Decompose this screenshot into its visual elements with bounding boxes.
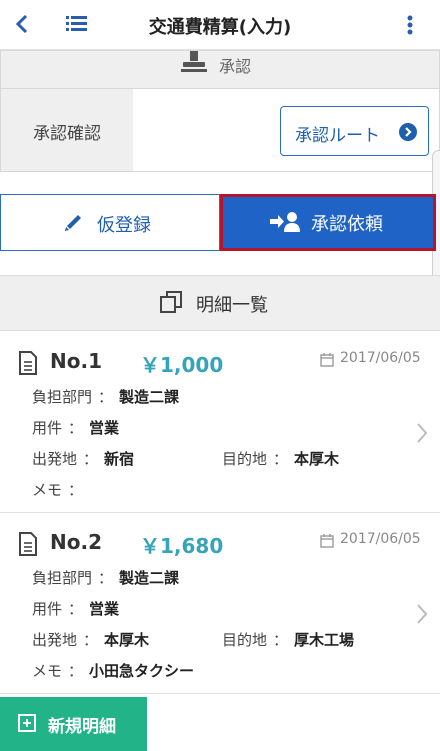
item-to-row: 目的地：厚木工場 <box>222 631 355 649</box>
item-dept-row: 負担部門：製造二課 <box>32 569 180 587</box>
dept-label: 負担部門 <box>32 569 93 587</box>
item-date: 2017/06/05 <box>340 350 421 366</box>
item-number: No.1 <box>50 349 102 373</box>
draft-save-button[interactable]: 仮登録 <box>0 194 220 251</box>
calendar-icon <box>320 533 334 548</box>
item-from-row: 出発地：新宿 <box>32 450 135 468</box>
item-dept-row: 負担部門：製造二課 <box>32 388 180 406</box>
calendar-icon <box>320 352 334 367</box>
detail-list-item[interactable]: No.2 ￥1,680 2017/06/05 負担部門：製造二課 用件：営業 出… <box>0 514 440 694</box>
from-label: 出発地 <box>32 450 78 468</box>
item-memo-row: メモ：小田急タクシー <box>32 662 195 680</box>
approval-heading-bar: 承認 <box>1 51 439 89</box>
approval-request-button[interactable]: 承認依頼 <box>220 194 436 251</box>
item-number: No.2 <box>50 530 102 554</box>
arrow-circle-right-icon <box>399 123 417 141</box>
item-purpose-row: 用件：営業 <box>32 419 120 437</box>
item-date: 2017/06/05 <box>340 531 421 547</box>
dept-value: 製造二課 <box>119 569 180 587</box>
detail-list-item[interactable]: No.1 ￥1,000 2017/06/05 負担部門：製造二課 用件：営業 出… <box>0 333 440 513</box>
dept-value: 製造二課 <box>119 388 180 406</box>
from-value: 新宿 <box>104 450 135 468</box>
item-from-row: 出発地：本厚木 <box>32 631 150 649</box>
approval-confirm-label: 承認確認 <box>33 124 101 144</box>
item-amount: ￥1,000 <box>140 353 224 377</box>
approval-section: 承認 承認確認 承認ルート <box>0 50 440 172</box>
from-label: 出発地 <box>32 631 78 649</box>
copy-icon <box>158 289 184 315</box>
purpose-value: 営業 <box>89 419 120 437</box>
page-title: 交通費精算(入力) <box>148 17 292 38</box>
purpose-label: 用件 <box>32 600 63 618</box>
to-label: 目的地 <box>222 450 268 468</box>
stamp-icon <box>179 51 209 73</box>
app-header: 交通費精算(入力) <box>0 0 440 50</box>
draft-save-label: 仮登録 <box>97 215 151 236</box>
new-detail-label: 新規明細 <box>48 717 116 737</box>
from-value: 本厚木 <box>104 631 150 649</box>
approval-request-label: 承認依頼 <box>311 214 383 235</box>
new-detail-button[interactable]: 新規明細 <box>0 697 147 751</box>
document-icon <box>18 532 38 556</box>
action-buttons: 仮登録 承認依頼 <box>0 194 440 251</box>
chevron-right-icon <box>415 421 429 445</box>
more-vertical-icon[interactable] <box>400 9 420 41</box>
item-to-row: 目的地：本厚木 <box>222 450 340 468</box>
approval-route-label: 承認ルート <box>295 126 380 146</box>
plus-square-icon <box>18 714 36 732</box>
item-memo-row: メモ： <box>32 481 84 499</box>
document-icon <box>18 351 38 375</box>
dept-label: 負担部門 <box>32 388 93 406</box>
approval-heading: 承認 <box>219 57 252 76</box>
user-arrow-icon <box>269 211 301 233</box>
to-value: 厚木工場 <box>294 631 355 649</box>
item-purpose-row: 用件：営業 <box>32 600 120 618</box>
chevron-right-icon <box>415 602 429 626</box>
approval-confirm-cell: 承認確認 <box>1 89 133 171</box>
memo-value: 小田急タクシー <box>89 662 195 680</box>
pencil-icon <box>63 211 85 233</box>
detail-list-heading: 明細一覧 <box>196 295 268 316</box>
purpose-label: 用件 <box>32 419 63 437</box>
to-value: 本厚木 <box>294 450 340 468</box>
memo-label: メモ <box>32 662 63 680</box>
detail-list-heading-bar: 明細一覧 <box>0 275 440 331</box>
to-label: 目的地 <box>222 631 268 649</box>
memo-label: メモ <box>32 481 63 499</box>
item-amount: ￥1,680 <box>140 534 224 558</box>
approval-route-button[interactable]: 承認ルート <box>280 106 429 156</box>
purpose-value: 営業 <box>89 600 120 618</box>
